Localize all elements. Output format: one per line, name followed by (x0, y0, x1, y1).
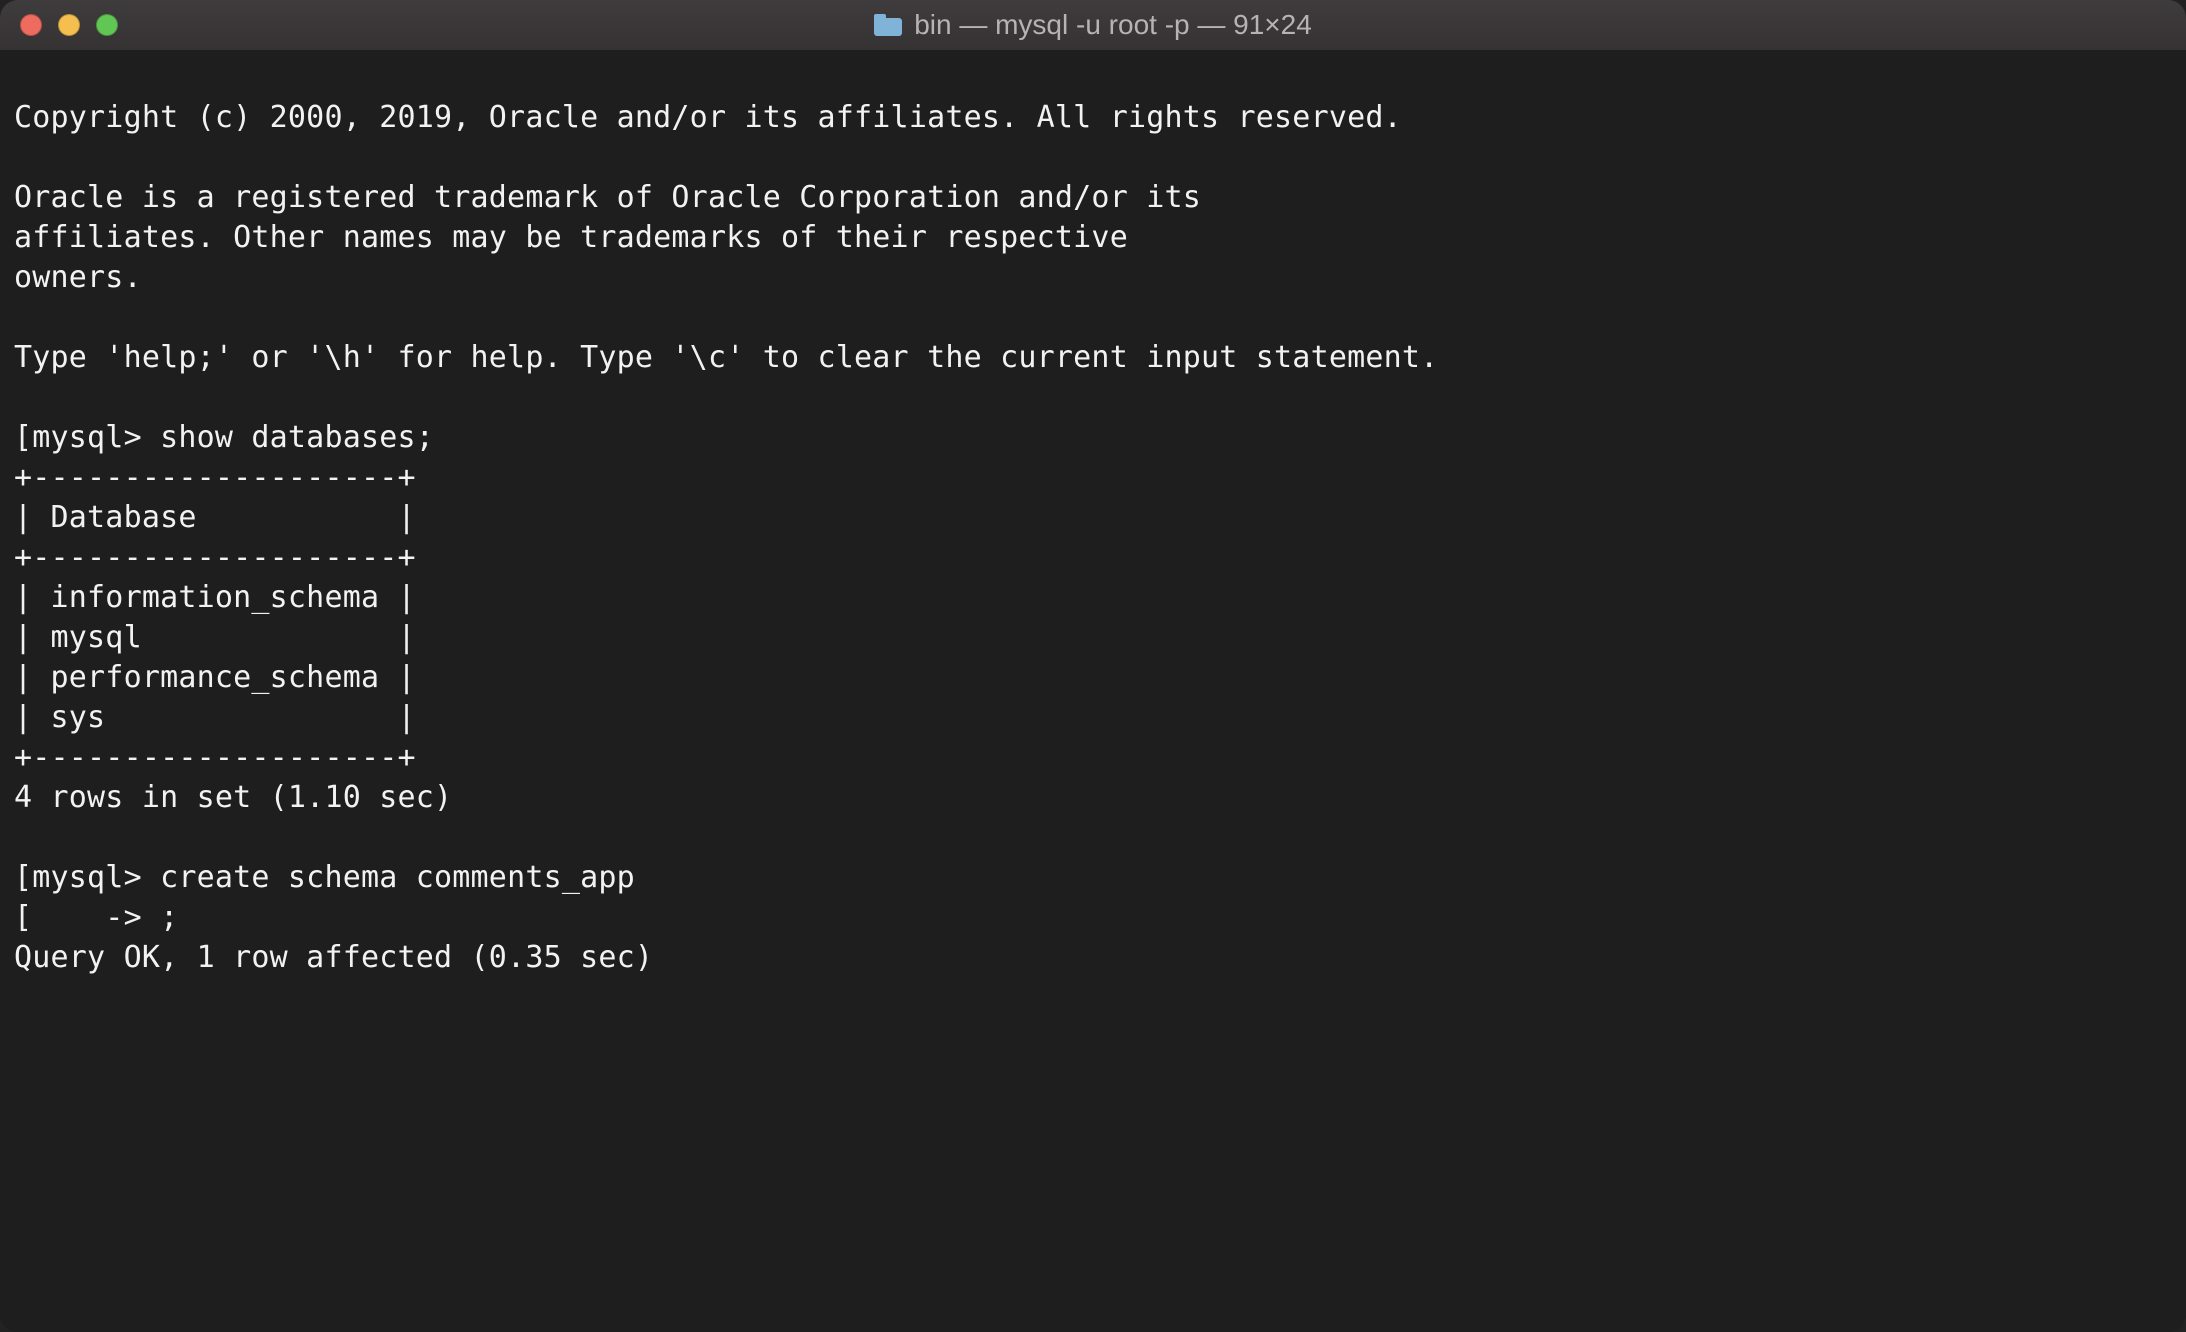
mysql-prompt: [mysql> (14, 860, 160, 895)
table-header: | Database | (14, 500, 416, 535)
query-status: Query OK, 1 row affected (0.35 sec) (14, 940, 653, 975)
table-row: | sys | (14, 700, 416, 735)
window-title: bin — mysql -u root -p — 91×24 (914, 9, 1312, 41)
query-status: 4 rows in set (1.10 sec) (14, 780, 452, 815)
terminal-window: bin — mysql -u root -p — 91×24 Copyright… (0, 0, 2186, 1332)
table-border-bottom: +--------------------+ (14, 740, 416, 775)
mysql-continuation-prompt: [ -> (14, 900, 160, 935)
mysql-prompt: [mysql> (14, 420, 160, 455)
table-row: | performance_schema | (14, 660, 416, 695)
traffic-lights (20, 14, 118, 36)
table-row: | information_schema | (14, 580, 416, 615)
banner-help: Type 'help;' or '\h' for help. Type '\c'… (14, 340, 1438, 375)
command-terminator: ; (160, 900, 178, 935)
titlebar: bin — mysql -u root -p — 91×24 (0, 0, 2186, 50)
table-border-sep: +--------------------+ (14, 540, 416, 575)
command-show-databases: show databases; (160, 420, 434, 455)
terminal-body[interactable]: Copyright (c) 2000, 2019, Oracle and/or … (0, 50, 2186, 1332)
banner-copyright: Copyright (c) 2000, 2019, Oracle and/or … (14, 100, 1402, 135)
minimize-icon[interactable] (58, 14, 80, 36)
table-border-top: +--------------------+ (14, 460, 416, 495)
folder-icon (874, 14, 902, 36)
zoom-icon[interactable] (96, 14, 118, 36)
banner-trademark-line2: affiliates. Other names may be trademark… (14, 220, 1128, 255)
banner-trademark-line3: owners. (14, 260, 142, 295)
banner-trademark-line1: Oracle is a registered trademark of Orac… (14, 180, 1201, 215)
command-create-schema: create schema comments_app (160, 860, 635, 895)
close-icon[interactable] (20, 14, 42, 36)
table-row: | mysql | (14, 620, 416, 655)
